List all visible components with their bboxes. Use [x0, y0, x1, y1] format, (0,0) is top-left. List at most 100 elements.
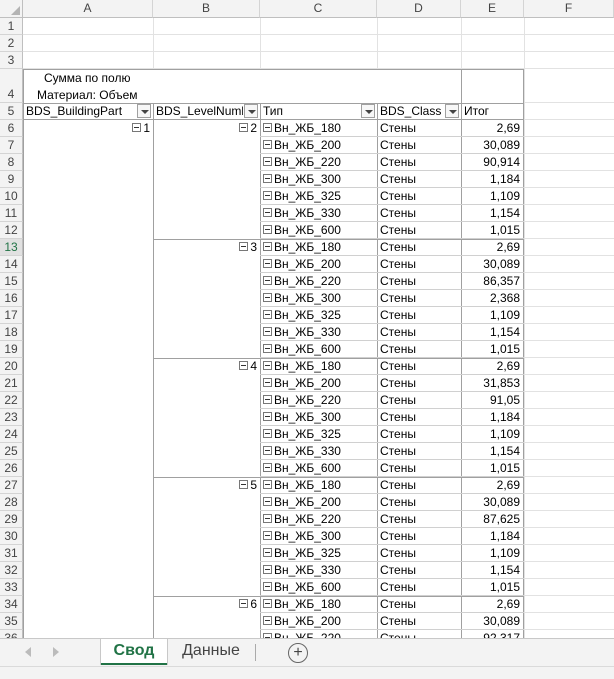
total-cell[interactable]: 92,317 — [461, 630, 523, 638]
type-cell[interactable]: Вн_ЖБ_180 — [260, 120, 377, 137]
spreadsheet-grid[interactable]: ABCDEF 1 2 3 4 5 6 7 8 9 10 11 12 13 14 15 16 17 18 19 20 21… — [0, 0, 614, 638]
column-header-d[interactable]: D — [377, 0, 461, 18]
class-cell[interactable]: Стены — [377, 545, 461, 562]
level-number-cell[interactable]: 6 — [153, 596, 260, 613]
row-header[interactable]: 31 — [0, 545, 23, 562]
class-cell[interactable]: Стены — [377, 511, 461, 528]
class-cell[interactable]: Стены — [377, 341, 461, 358]
type-cell[interactable]: Вн_ЖБ_200 — [260, 256, 377, 273]
class-cell[interactable]: Стены — [377, 188, 461, 205]
filter-dropdown-icon[interactable] — [244, 104, 258, 118]
collapse-icon[interactable] — [263, 463, 272, 473]
level-number-cell[interactable]: 3 — [153, 239, 260, 256]
total-cell[interactable]: 1,109 — [461, 307, 523, 324]
collapse-icon[interactable] — [263, 616, 272, 626]
collapse-icon[interactable] — [263, 412, 272, 422]
collapse-icon[interactable] — [263, 429, 272, 439]
total-cell[interactable]: 1,109 — [461, 545, 523, 562]
total-cell[interactable]: 1,184 — [461, 528, 523, 545]
class-cell[interactable]: Стены — [377, 477, 461, 494]
type-cell[interactable]: Вн_ЖБ_325 — [260, 188, 377, 205]
next-sheet-icon[interactable] — [53, 647, 59, 657]
row-header[interactable]: 18 — [0, 324, 23, 341]
class-cell[interactable]: Стены — [377, 256, 461, 273]
class-cell[interactable]: Стены — [377, 613, 461, 630]
total-cell[interactable]: 30,089 — [461, 613, 523, 630]
collapse-icon[interactable] — [239, 361, 249, 371]
total-cell[interactable]: 2,69 — [461, 477, 523, 494]
type-cell[interactable]: Вн_ЖБ_180 — [260, 477, 377, 494]
class-cell[interactable]: Стены — [377, 375, 461, 392]
class-cell[interactable]: Стены — [377, 562, 461, 579]
class-cell[interactable]: Стены — [377, 596, 461, 613]
total-cell[interactable]: 30,089 — [461, 256, 523, 273]
pivot-header-1[interactable]: BDS_BuildingPart — [23, 103, 136, 120]
row-header[interactable]: 15 — [0, 273, 23, 290]
column-header-c[interactable]: C — [260, 0, 377, 18]
row-header[interactable]: 25 — [0, 443, 23, 460]
class-cell[interactable]: Стены — [377, 273, 461, 290]
collapse-icon[interactable] — [263, 208, 272, 218]
level-number-cell[interactable]: 5 — [153, 477, 260, 494]
type-cell[interactable]: Вн_ЖБ_330 — [260, 205, 377, 222]
filter-dropdown-icon[interactable] — [137, 104, 151, 118]
class-cell[interactable]: Стены — [377, 443, 461, 460]
collapse-icon[interactable] — [263, 225, 272, 235]
collapse-icon[interactable] — [263, 344, 272, 354]
row-header[interactable]: 32 — [0, 562, 23, 579]
type-cell[interactable]: Вн_ЖБ_200 — [260, 613, 377, 630]
total-cell[interactable]: 31,853 — [461, 375, 523, 392]
row-header[interactable]: 1 — [0, 18, 23, 35]
type-cell[interactable]: Вн_ЖБ_220 — [260, 154, 377, 171]
row-header[interactable]: 3 — [0, 52, 23, 69]
filter-dropdown-icon[interactable] — [445, 104, 459, 118]
total-cell[interactable]: 1,154 — [461, 205, 523, 222]
tab-svod[interactable]: Свод — [101, 639, 167, 665]
type-cell[interactable]: Вн_ЖБ_600 — [260, 341, 377, 358]
class-cell[interactable]: Стены — [377, 154, 461, 171]
row-header[interactable]: 12 — [0, 222, 23, 239]
tab-dannye[interactable]: Данные — [172, 639, 250, 665]
type-cell[interactable]: Вн_ЖБ_220 — [260, 273, 377, 290]
filter-dropdown-icon[interactable] — [361, 104, 375, 118]
type-cell[interactable]: Вн_ЖБ_180 — [260, 596, 377, 613]
collapse-icon[interactable] — [263, 293, 272, 303]
row-header[interactable]: 13 — [0, 239, 23, 256]
row-header[interactable]: 20 — [0, 358, 23, 375]
type-cell[interactable]: Вн_ЖБ_200 — [260, 375, 377, 392]
type-cell[interactable]: Вн_ЖБ_220 — [260, 511, 377, 528]
total-cell[interactable]: 1,015 — [461, 460, 523, 477]
type-cell[interactable]: Вн_ЖБ_300 — [260, 290, 377, 307]
class-cell[interactable]: Стены — [377, 171, 461, 188]
type-cell[interactable]: Вн_ЖБ_330 — [260, 324, 377, 341]
row-header[interactable]: 6 — [0, 120, 23, 137]
collapse-icon[interactable] — [263, 191, 272, 201]
type-cell[interactable]: Вн_ЖБ_330 — [260, 443, 377, 460]
total-cell[interactable]: 1,109 — [461, 188, 523, 205]
row-header[interactable]: 2 — [0, 35, 23, 52]
type-cell[interactable]: Вн_ЖБ_325 — [260, 307, 377, 324]
pivot-header-4[interactable]: BDS_Class — [377, 103, 444, 120]
level-number-cell[interactable]: 2 — [153, 120, 260, 137]
row-header[interactable]: 36 — [0, 630, 23, 638]
type-cell[interactable]: Вн_ЖБ_180 — [260, 358, 377, 375]
type-cell[interactable]: Вн_ЖБ_600 — [260, 460, 377, 477]
class-cell[interactable]: Стены — [377, 307, 461, 324]
collapse-icon[interactable] — [132, 123, 142, 133]
row-header[interactable]: 8 — [0, 154, 23, 171]
collapse-icon[interactable] — [263, 140, 272, 150]
class-cell[interactable]: Стены — [377, 137, 461, 154]
type-cell[interactable]: Вн_ЖБ_300 — [260, 409, 377, 426]
type-cell[interactable]: Вн_ЖБ_325 — [260, 545, 377, 562]
collapse-icon[interactable] — [263, 276, 272, 286]
row-header[interactable]: 29 — [0, 511, 23, 528]
row-header[interactable]: 5 — [0, 103, 23, 120]
total-cell[interactable]: 30,089 — [461, 494, 523, 511]
class-cell[interactable]: Стены — [377, 630, 461, 638]
class-cell[interactable]: Стены — [377, 239, 461, 256]
row-header[interactable]: 7 — [0, 137, 23, 154]
type-cell[interactable]: Вн_ЖБ_600 — [260, 222, 377, 239]
class-cell[interactable]: Стены — [377, 120, 461, 137]
collapse-icon[interactable] — [263, 310, 272, 320]
total-cell[interactable]: 87,625 — [461, 511, 523, 528]
